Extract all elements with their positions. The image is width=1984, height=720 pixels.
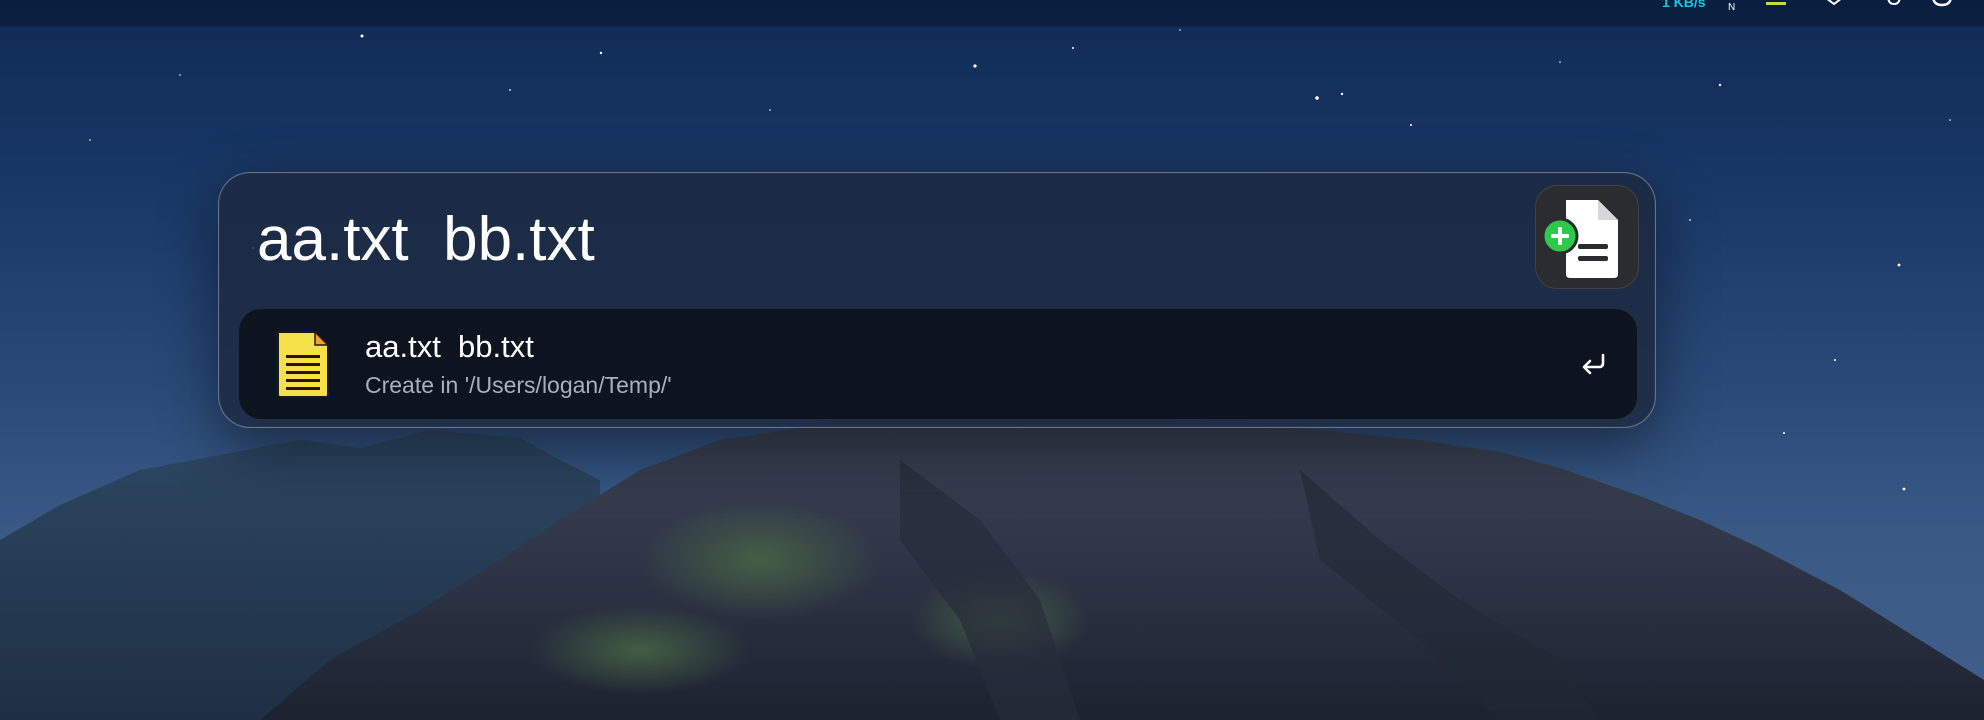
chat-icon[interactable] xyxy=(1882,0,1906,8)
return-key-icon xyxy=(1582,353,1605,375)
launcher-panel: aa.txt bb.txt Create in '/Users/logan/Te… xyxy=(218,172,1656,428)
result-title: aa.txt bb.txt xyxy=(365,329,534,364)
result-subtitle: Create in '/Users/logan/Temp/' xyxy=(365,372,672,398)
network-speed: 1 KB/s xyxy=(1662,0,1706,10)
new-file-icon[interactable] xyxy=(1535,185,1639,289)
desktop: 1 KB/s N aa.txt bb.txt aa.txt bb.txt Cre… xyxy=(0,0,1984,720)
menu-bar: 1 KB/s N xyxy=(0,0,1984,27)
battery-graph-icon[interactable] xyxy=(1764,0,1788,8)
search-input[interactable] xyxy=(255,203,1499,277)
network-unit: N xyxy=(1728,2,1736,13)
tools-icon[interactable] xyxy=(1822,0,1846,8)
result-item[interactable]: aa.txt bb.txt Create in '/Users/logan/Te… xyxy=(239,309,1637,419)
control-center-icon[interactable] xyxy=(1930,0,1954,8)
text-file-icon xyxy=(277,330,330,398)
